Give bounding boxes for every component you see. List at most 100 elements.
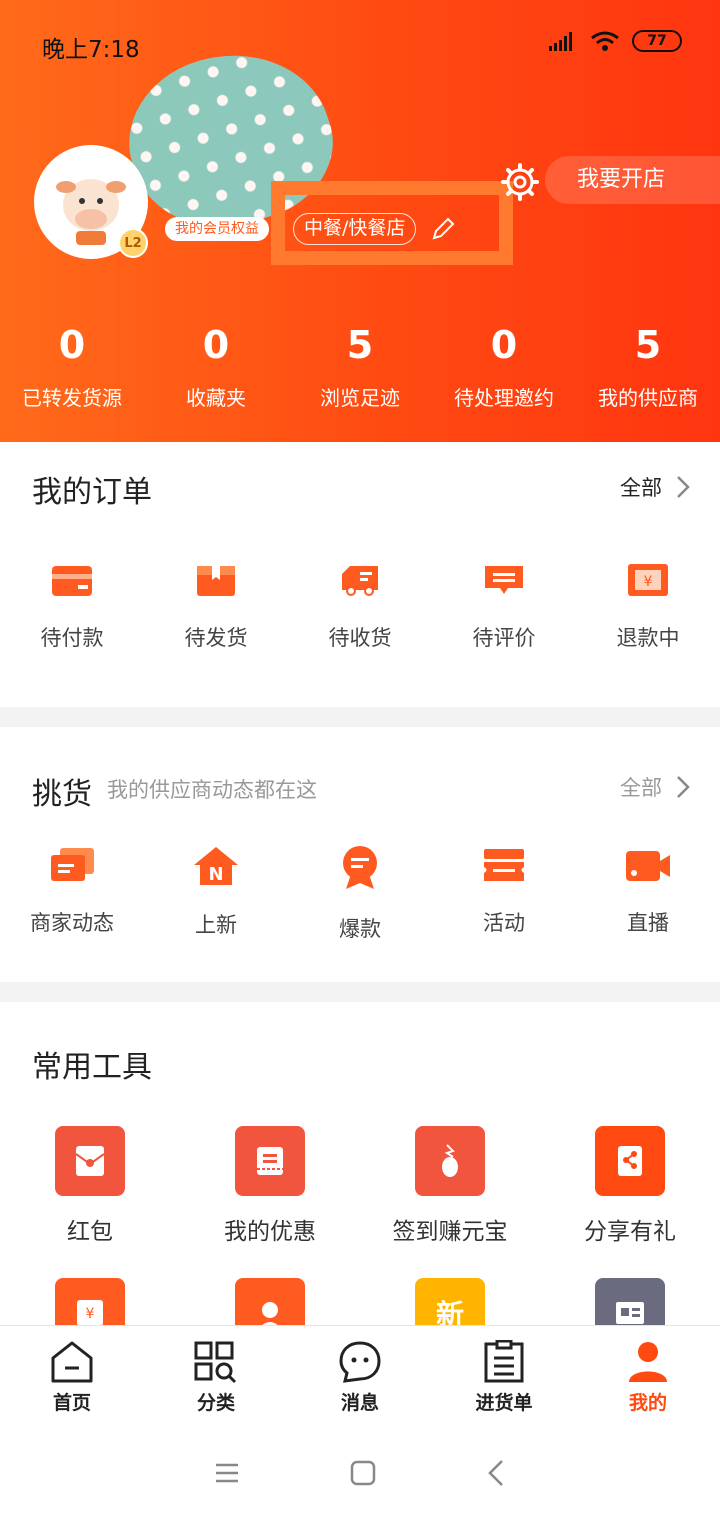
shop-type-pill[interactable]: 中餐/快餐店	[293, 213, 417, 245]
truck-icon	[342, 566, 378, 596]
picking-title: 挑货	[32, 777, 92, 812]
edit-pencil-icon[interactable]	[430, 216, 456, 242]
tool-checkin[interactable]: 签到赚元宝	[360, 1126, 540, 1246]
cards-icon	[51, 848, 94, 881]
picking-label: 上新	[195, 913, 237, 937]
profile-page: 晚上7:18 77 L2 我的会员权益 中餐/快餐店 我要开店 0 已转发货源 …	[0, 0, 720, 1520]
menu-icon[interactable]	[214, 1461, 240, 1485]
home-square-icon[interactable]	[350, 1460, 376, 1486]
checkin-icon	[415, 1126, 485, 1196]
picking-label: 爆款	[339, 917, 381, 941]
svg-text:¥: ¥	[644, 574, 653, 590]
list-icon	[484, 1340, 524, 1383]
order-label: 待评价	[472, 626, 536, 650]
nav-label: 分类	[196, 1392, 235, 1414]
nav-messages[interactable]: 消息	[288, 1326, 432, 1425]
order-pending-payment[interactable]: 待付款	[0, 560, 144, 652]
order-refunding[interactable]: ¥ 退款中	[576, 560, 720, 652]
orders-row: 待付款 待发货 待收货 待评价 ¥ 退款中	[0, 560, 720, 652]
stat-value: 0	[202, 323, 230, 367]
nav-category[interactable]: 分类	[144, 1326, 288, 1425]
order-label: 待付款	[40, 626, 104, 650]
orders-card: 我的订单 全部 待付款 待发货 待收货 待评价 ¥ 退款中	[0, 442, 720, 707]
video-camera-icon	[626, 851, 670, 881]
chevron-right-icon	[677, 476, 690, 498]
nav-home[interactable]: 首页	[0, 1326, 144, 1425]
tool-label: 我的优惠	[224, 1219, 316, 1245]
tool-share-gift[interactable]: 分享有礼	[540, 1126, 720, 1246]
stat-value: 0	[490, 323, 518, 367]
stat-suppliers[interactable]: 5 我的供应商	[576, 322, 720, 411]
order-pending-receipt[interactable]: 待收货	[288, 560, 432, 652]
order-label: 待收货	[328, 626, 392, 650]
message-icon	[339, 1341, 381, 1383]
picking-label: 商家动态	[30, 911, 114, 935]
stat-label: 我的供应商	[598, 386, 698, 410]
picking-live[interactable]: 直播	[576, 845, 720, 943]
stat-label: 收藏夹	[186, 386, 246, 410]
picking-label: 活动	[483, 911, 525, 935]
tools-row-1: 红包 我的优惠 签到赚元宝 分享有礼	[0, 1126, 720, 1246]
tools-title: 常用工具	[32, 1050, 152, 1085]
stat-favorites[interactable]: 0 收藏夹	[144, 322, 288, 411]
picking-row: 商家动态 N 上新 爆款 活动 直播	[0, 845, 720, 943]
order-label: 待发货	[184, 626, 248, 650]
orders-all-link[interactable]: 全部	[620, 472, 690, 502]
stats-row: 0 已转发货源 0 收藏夹 5 浏览足迹 0 待处理邀约 5 我的供应商	[0, 322, 720, 411]
picking-events[interactable]: 活动	[432, 845, 576, 943]
orders-title: 我的订单	[32, 475, 152, 510]
nav-label: 首页	[52, 1392, 91, 1414]
shop-type[interactable]: 中餐/快餐店	[293, 213, 456, 245]
tool-label: 签到赚元宝	[392, 1219, 508, 1245]
bottom-nav: 首页 分类 消息 进货单 我的	[0, 1325, 720, 1425]
back-icon[interactable]	[486, 1459, 506, 1487]
nav-mine[interactable]: 我的	[576, 1326, 720, 1425]
tool-label: 红包	[67, 1219, 113, 1245]
picking-hot-items[interactable]: 爆款	[288, 845, 432, 943]
stat-forwarded[interactable]: 0 已转发货源	[0, 322, 144, 411]
picking-all-link[interactable]: 全部	[620, 772, 690, 802]
orders-all-label: 全部	[620, 476, 662, 500]
picking-merchant-news[interactable]: 商家动态	[0, 845, 144, 943]
profile-header: 晚上7:18 77 L2 我的会员权益 中餐/快餐店 我要开店 0 已转发货源 …	[0, 0, 720, 442]
category-icon	[194, 1341, 237, 1384]
nav-label: 我的	[628, 1392, 667, 1414]
nav-purchase-list[interactable]: 进货单	[432, 1326, 576, 1425]
coupon-icon	[235, 1126, 305, 1196]
tools-card: 常用工具 红包 我的优惠 签到赚元宝 分享有礼 ¥ 新	[0, 1002, 720, 1348]
level-badge: L2	[118, 228, 148, 258]
order-pending-review[interactable]: 待评价	[432, 560, 576, 652]
package-icon	[197, 566, 235, 596]
picking-card: 挑货 我的供应商动态都在这 全部 商家动态 N 上新 爆款 活动 直播	[0, 727, 720, 982]
battery-indicator: 77	[632, 30, 682, 52]
stat-label: 已转发货源	[22, 386, 122, 410]
stat-invitations[interactable]: 0 待处理邀约	[432, 322, 576, 411]
member-benefits-link[interactable]: 我的会员权益	[165, 217, 269, 241]
medal-icon	[343, 846, 377, 889]
wifi-icon	[591, 31, 619, 51]
nav-label: 消息	[340, 1392, 379, 1414]
stat-value: 0	[58, 323, 86, 367]
svg-text:N: N	[208, 864, 223, 885]
stat-history[interactable]: 5 浏览足迹	[288, 322, 432, 411]
home-icon	[51, 1341, 93, 1383]
wallet-icon	[52, 566, 92, 596]
status-time: 晚上7:18	[42, 37, 140, 63]
share-icon	[595, 1126, 665, 1196]
new-house-icon: N	[194, 847, 238, 885]
open-shop-button[interactable]: 我要开店	[545, 156, 720, 204]
status-bar: 晚上7:18 77	[0, 0, 720, 86]
order-pending-shipment[interactable]: 待发货	[144, 560, 288, 652]
comment-icon	[485, 566, 523, 594]
gear-icon[interactable]	[500, 162, 540, 202]
nav-label: 进货单	[475, 1392, 533, 1414]
tool-my-coupons[interactable]: 我的优惠	[180, 1126, 360, 1246]
tool-red-envelope[interactable]: 红包	[0, 1126, 180, 1246]
picking-label: 直播	[627, 911, 669, 935]
stat-label: 浏览足迹	[320, 386, 400, 410]
signal-icon	[549, 32, 572, 51]
tool-label: 分享有礼	[584, 1219, 676, 1245]
ticket-icon	[484, 849, 524, 881]
status-icons: 77	[548, 30, 682, 52]
picking-new-arrivals[interactable]: N 上新	[144, 845, 288, 943]
